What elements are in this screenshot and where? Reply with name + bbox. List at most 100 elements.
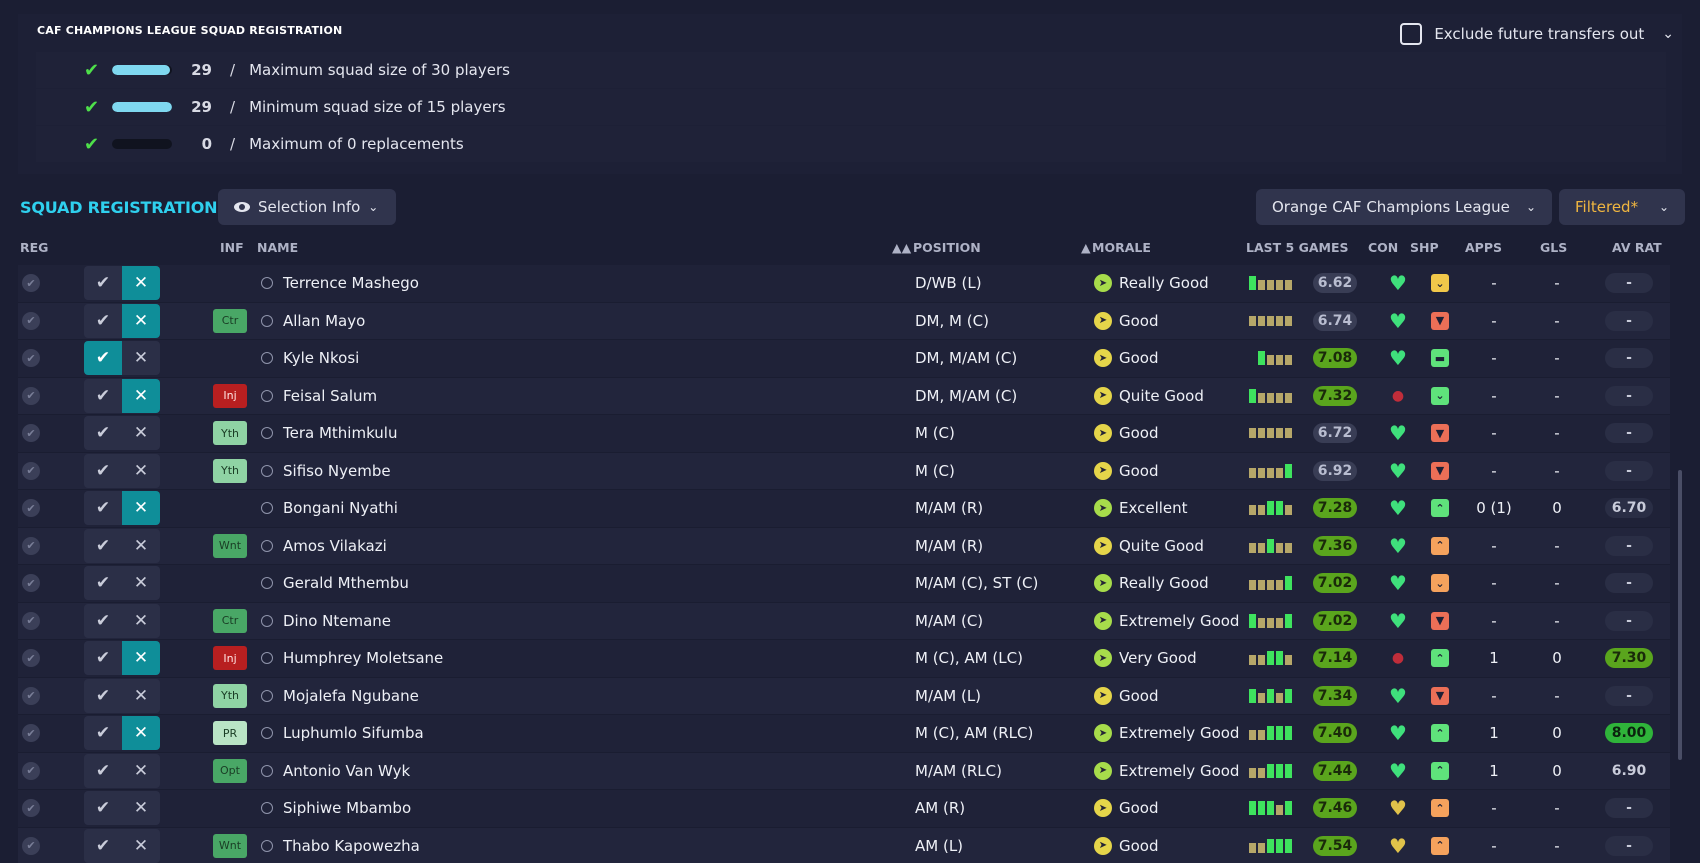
player-name[interactable]: Allan Mayo [283, 312, 365, 330]
register-no-button[interactable]: ✕ [122, 416, 160, 451]
player-name[interactable]: Terrence Mashego [283, 274, 419, 292]
table-row[interactable]: ✔ ✔ ✕ Bongani Nyathi M/AM (R) ➤ Excellent… [18, 490, 1670, 528]
info-badge[interactable]: Ctr [213, 308, 247, 333]
player-name[interactable]: Luphumlo Sifumba [283, 724, 424, 742]
col-position[interactable]: POSITION [913, 240, 981, 255]
player-name[interactable]: Sifiso Nyembe [283, 462, 391, 480]
player-name[interactable]: Siphiwe Mbambo [283, 799, 411, 817]
competition-dropdown[interactable]: Orange CAF Champions League ⌄ [1256, 189, 1552, 225]
table-row[interactable]: ✔ ✔ ✕ PR Luphumlo Sifumba M (C), AM (RLC)… [18, 715, 1670, 753]
register-no-button[interactable]: ✕ [122, 491, 160, 526]
register-no-button[interactable]: ✕ [122, 453, 160, 488]
table-row[interactable]: ✔ ✔ ✕ Wnt Thabo Kapowezha AM (L) ➤ Good 7… [18, 827, 1670, 863]
register-yes-button[interactable]: ✔ [84, 753, 122, 788]
register-toggle[interactable]: ✔ ✕ [84, 416, 160, 451]
vertical-scrollbar[interactable] [1678, 470, 1682, 760]
register-toggle[interactable]: ✔ ✕ [84, 566, 160, 601]
register-no-button[interactable]: ✕ [122, 378, 160, 413]
register-no-button[interactable]: ✕ [122, 828, 160, 863]
col-shp[interactable]: SHP [1410, 240, 1439, 255]
table-row[interactable]: ✔ ✔ ✕ Ctr Allan Mayo DM, M (C) ➤ Good 6.7… [18, 302, 1670, 340]
register-toggle[interactable]: ✔ ✕ [84, 378, 160, 413]
register-no-button[interactable]: ✕ [122, 303, 160, 338]
register-yes-button[interactable]: ✔ [84, 641, 122, 676]
register-yes-button[interactable]: ✔ [84, 528, 122, 563]
register-no-button[interactable]: ✕ [122, 791, 160, 826]
player-name[interactable]: Gerald Mthembu [283, 574, 409, 592]
player-name[interactable]: Dino Ntemane [283, 612, 391, 630]
player-name[interactable]: Tera Mthimkulu [283, 424, 398, 442]
register-yes-button[interactable]: ✔ [84, 378, 122, 413]
chevron-down-icon[interactable]: ⌄ [1662, 26, 1674, 42]
col-reg[interactable]: REG [20, 240, 48, 255]
register-toggle[interactable]: ✔ ✕ [84, 716, 160, 751]
register-no-button[interactable]: ✕ [122, 753, 160, 788]
register-yes-button[interactable]: ✔ [84, 341, 122, 376]
player-name[interactable]: Kyle Nkosi [283, 349, 359, 367]
table-row[interactable]: ✔ ✔ ✕ Gerald Mthembu M/AM (C), ST (C) ➤ R… [18, 565, 1670, 603]
table-row[interactable]: ✔ ✔ ✕ Wnt Amos Vilakazi M/AM (R) ➤ Quite … [18, 527, 1670, 565]
register-toggle[interactable]: ✔ ✕ [84, 641, 160, 676]
filter-dropdown[interactable]: Filtered* ⌄ [1559, 189, 1685, 225]
register-toggle[interactable]: ✔ ✕ [84, 453, 160, 488]
register-yes-button[interactable]: ✔ [84, 716, 122, 751]
info-badge[interactable]: Yth [213, 421, 247, 446]
exclude-checkbox[interactable] [1400, 23, 1423, 45]
table-row[interactable]: ✔ ✔ ✕ Inj Feisal Salum DM, M/AM (C) ➤ Qui… [18, 377, 1670, 415]
info-badge[interactable]: Opt [213, 758, 247, 783]
col-gls[interactable]: GLS [1540, 240, 1567, 255]
table-row[interactable]: ✔ ✔ ✕ Siphiwe Mbambo AM (R) ➤ Good 7.46 ♥… [18, 790, 1670, 828]
register-yes-button[interactable]: ✔ [84, 678, 122, 713]
table-row[interactable]: ✔ ✔ ✕ Yth Tera Mthimkulu M (C) ➤ Good 6.7… [18, 415, 1670, 453]
register-yes-button[interactable]: ✔ [84, 266, 122, 301]
table-row[interactable]: ✔ ✔ ✕ Yth Mojalefa Ngubane M/AM (L) ➤ Goo… [18, 677, 1670, 715]
register-no-button[interactable]: ✕ [122, 341, 160, 376]
player-name[interactable]: Feisal Salum [283, 387, 377, 405]
register-no-button[interactable]: ✕ [122, 266, 160, 301]
register-no-button[interactable]: ✕ [122, 603, 160, 638]
player-name[interactable]: Antonio Van Wyk [283, 762, 410, 780]
register-toggle[interactable]: ✔ ✕ [84, 491, 160, 526]
col-last5[interactable]: LAST 5 GAMES [1246, 240, 1348, 255]
register-toggle[interactable]: ✔ ✕ [84, 828, 160, 863]
register-yes-button[interactable]: ✔ [84, 566, 122, 601]
table-row[interactable]: ✔ ✔ ✕ Yth Sifiso Nyembe M (C) ➤ Good 6.92… [18, 452, 1670, 490]
register-toggle[interactable]: ✔ ✕ [84, 528, 160, 563]
info-badge[interactable]: Yth [213, 683, 247, 708]
selection-info-button[interactable]: Selection Info ⌄ [218, 189, 396, 225]
injury-badge[interactable]: Inj [213, 383, 247, 408]
info-badge[interactable]: Wnt [213, 533, 247, 558]
info-badge[interactable]: Ctr [213, 608, 247, 633]
register-yes-button[interactable]: ✔ [84, 303, 122, 338]
register-yes-button[interactable]: ✔ [84, 453, 122, 488]
player-name[interactable]: Amos Vilakazi [283, 537, 387, 555]
register-yes-button[interactable]: ✔ [84, 791, 122, 826]
register-yes-button[interactable]: ✔ [84, 416, 122, 451]
col-apps[interactable]: APPS [1465, 240, 1502, 255]
col-con[interactable]: CON [1368, 240, 1398, 255]
table-row[interactable]: ✔ ✔ ✕ Terrence Mashego D/WB (L) ➤ Really … [18, 265, 1670, 303]
info-badge[interactable]: Wnt [213, 833, 247, 858]
register-no-button[interactable]: ✕ [122, 641, 160, 676]
table-row[interactable]: ✔ ✔ ✕ Kyle Nkosi DM, M/AM (C) ➤ Good 7.08… [18, 340, 1670, 378]
register-toggle[interactable]: ✔ ✕ [84, 341, 160, 376]
register-no-button[interactable]: ✕ [122, 678, 160, 713]
register-yes-button[interactable]: ✔ [84, 603, 122, 638]
register-toggle[interactable]: ✔ ✕ [84, 266, 160, 301]
register-toggle[interactable]: ✔ ✕ [84, 303, 160, 338]
table-row[interactable]: ✔ ✔ ✕ Inj Humphrey Moletsane M (C), AM (L… [18, 640, 1670, 678]
register-toggle[interactable]: ✔ ✕ [84, 678, 160, 713]
player-name[interactable]: Bongani Nyathi [283, 499, 398, 517]
player-name[interactable]: Mojalefa Ngubane [283, 687, 419, 705]
player-name[interactable]: Thabo Kapowezha [283, 837, 420, 855]
table-row[interactable]: ✔ ✔ ✕ Opt Antonio Van Wyk M/AM (RLC) ➤ Ex… [18, 752, 1670, 790]
injury-badge[interactable]: Inj [213, 646, 247, 671]
register-no-button[interactable]: ✕ [122, 528, 160, 563]
register-no-button[interactable]: ✕ [122, 716, 160, 751]
col-inf[interactable]: INF [220, 240, 244, 255]
col-avrat[interactable]: AV RAT [1612, 240, 1662, 255]
info-badge[interactable]: PR [213, 721, 247, 746]
col-name[interactable]: NAME [257, 240, 298, 255]
col-morale[interactable]: MORALE [1092, 240, 1151, 255]
register-yes-button[interactable]: ✔ [84, 491, 122, 526]
